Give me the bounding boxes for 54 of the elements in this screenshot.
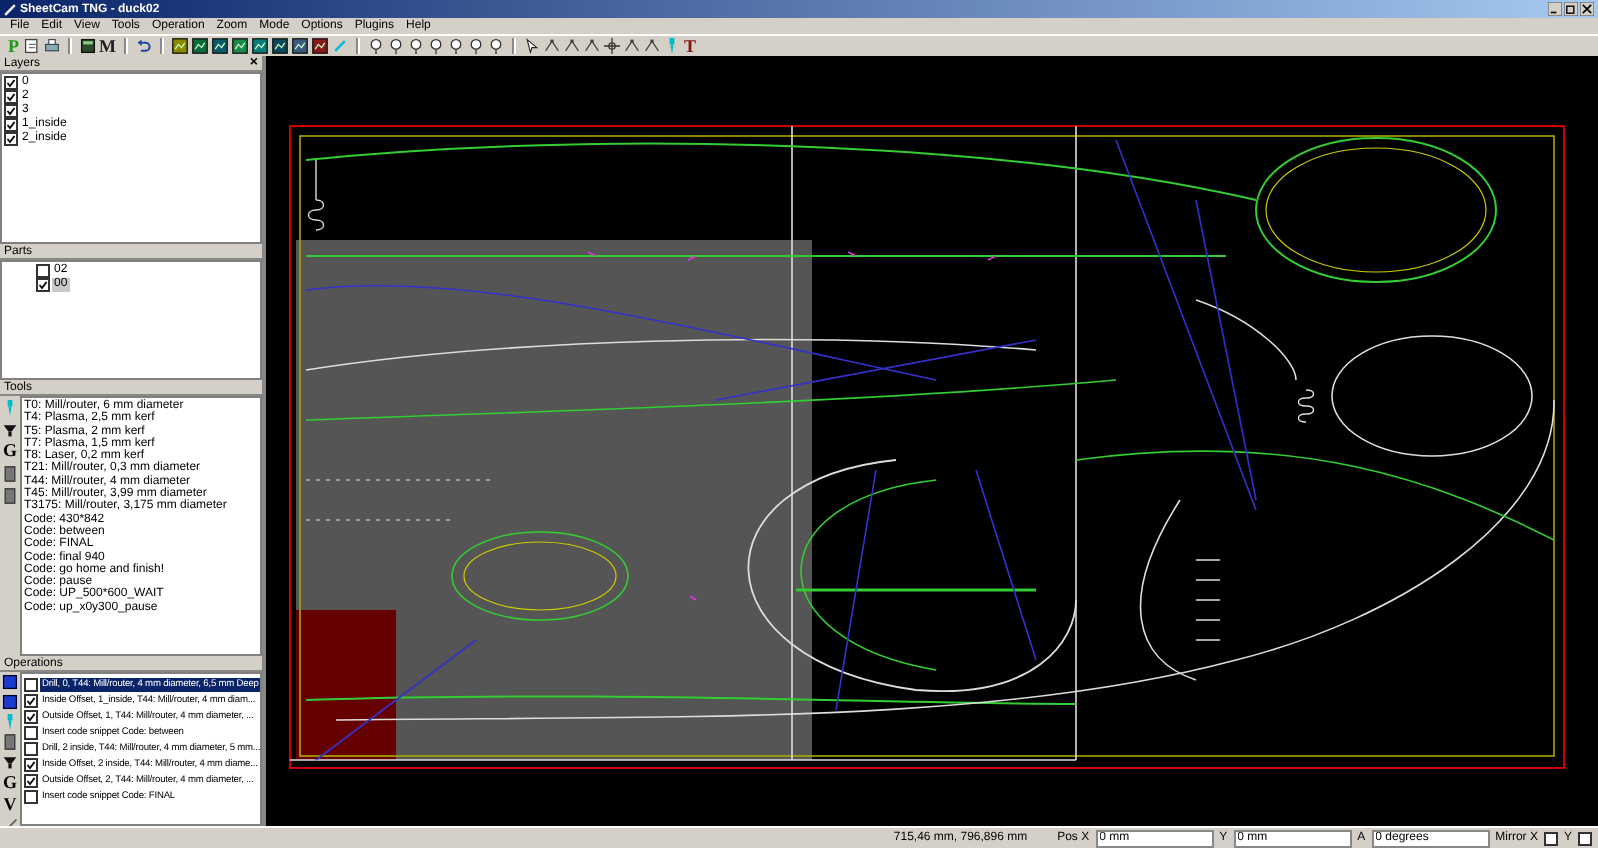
checkbox[interactable] [24, 677, 38, 691]
path-icon[interactable] [272, 38, 288, 54]
checkbox[interactable] [24, 709, 38, 723]
path-icon[interactable] [312, 38, 328, 54]
minimize-icon[interactable] [1548, 2, 1562, 16]
checkbox[interactable] [1578, 831, 1592, 845]
path-icon[interactable] [292, 38, 308, 54]
pin-icon[interactable] [428, 38, 444, 54]
pin-icon[interactable] [368, 38, 384, 54]
path-icon[interactable] [192, 38, 208, 54]
checkbox[interactable] [24, 773, 38, 787]
checkbox[interactable] [24, 741, 38, 755]
letter-tool-button[interactable]: T [684, 37, 697, 55]
undo-icon[interactable] [136, 38, 152, 54]
path-icon[interactable] [232, 38, 248, 54]
path-icon[interactable] [212, 38, 228, 54]
checkbox[interactable] [4, 104, 18, 118]
pin-icon[interactable] [448, 38, 464, 54]
node-icon[interactable] [584, 38, 600, 54]
checkbox[interactable] [1543, 831, 1558, 845]
checkbox[interactable] [4, 132, 18, 146]
node-icon[interactable] [644, 38, 660, 54]
move-icon[interactable] [604, 38, 620, 54]
close-icon[interactable] [1580, 2, 1594, 16]
checkbox[interactable] [24, 693, 38, 707]
checkbox[interactable] [24, 757, 38, 771]
letter-tool-button[interactable]: G [1, 774, 19, 792]
letter-tool-button[interactable]: M [99, 37, 116, 55]
checkbox[interactable] [4, 76, 18, 90]
calculator-icon[interactable] [79, 38, 95, 54]
checkbox[interactable] [36, 264, 50, 278]
checkbox[interactable] [4, 90, 18, 104]
checkbox[interactable] [36, 278, 50, 292]
checkbox[interactable] [24, 789, 38, 803]
pin-icon[interactable] [408, 38, 424, 54]
node-icon[interactable] [624, 38, 640, 54]
pin-icon[interactable] [388, 38, 404, 54]
block-icon[interactable] [2, 734, 18, 750]
path-icon[interactable] [252, 38, 268, 54]
checkbox[interactable] [24, 725, 38, 739]
pointer-icon[interactable] [524, 38, 540, 54]
node-icon[interactable] [544, 38, 560, 54]
path-icon[interactable] [172, 38, 188, 54]
restore-icon[interactable] [1564, 2, 1578, 16]
letter-tool-button[interactable]: V [1, 796, 19, 814]
document-icon[interactable] [23, 38, 39, 54]
app-icon [4, 3, 16, 15]
printer-icon[interactable] [43, 38, 59, 54]
letter-tool-button[interactable]: G [1, 442, 19, 460]
node-icon[interactable] [564, 38, 580, 54]
pin-icon[interactable] [488, 38, 504, 54]
check-icon [38, 280, 48, 290]
pin-icon[interactable] [468, 38, 484, 54]
checkbox[interactable] [4, 118, 18, 132]
